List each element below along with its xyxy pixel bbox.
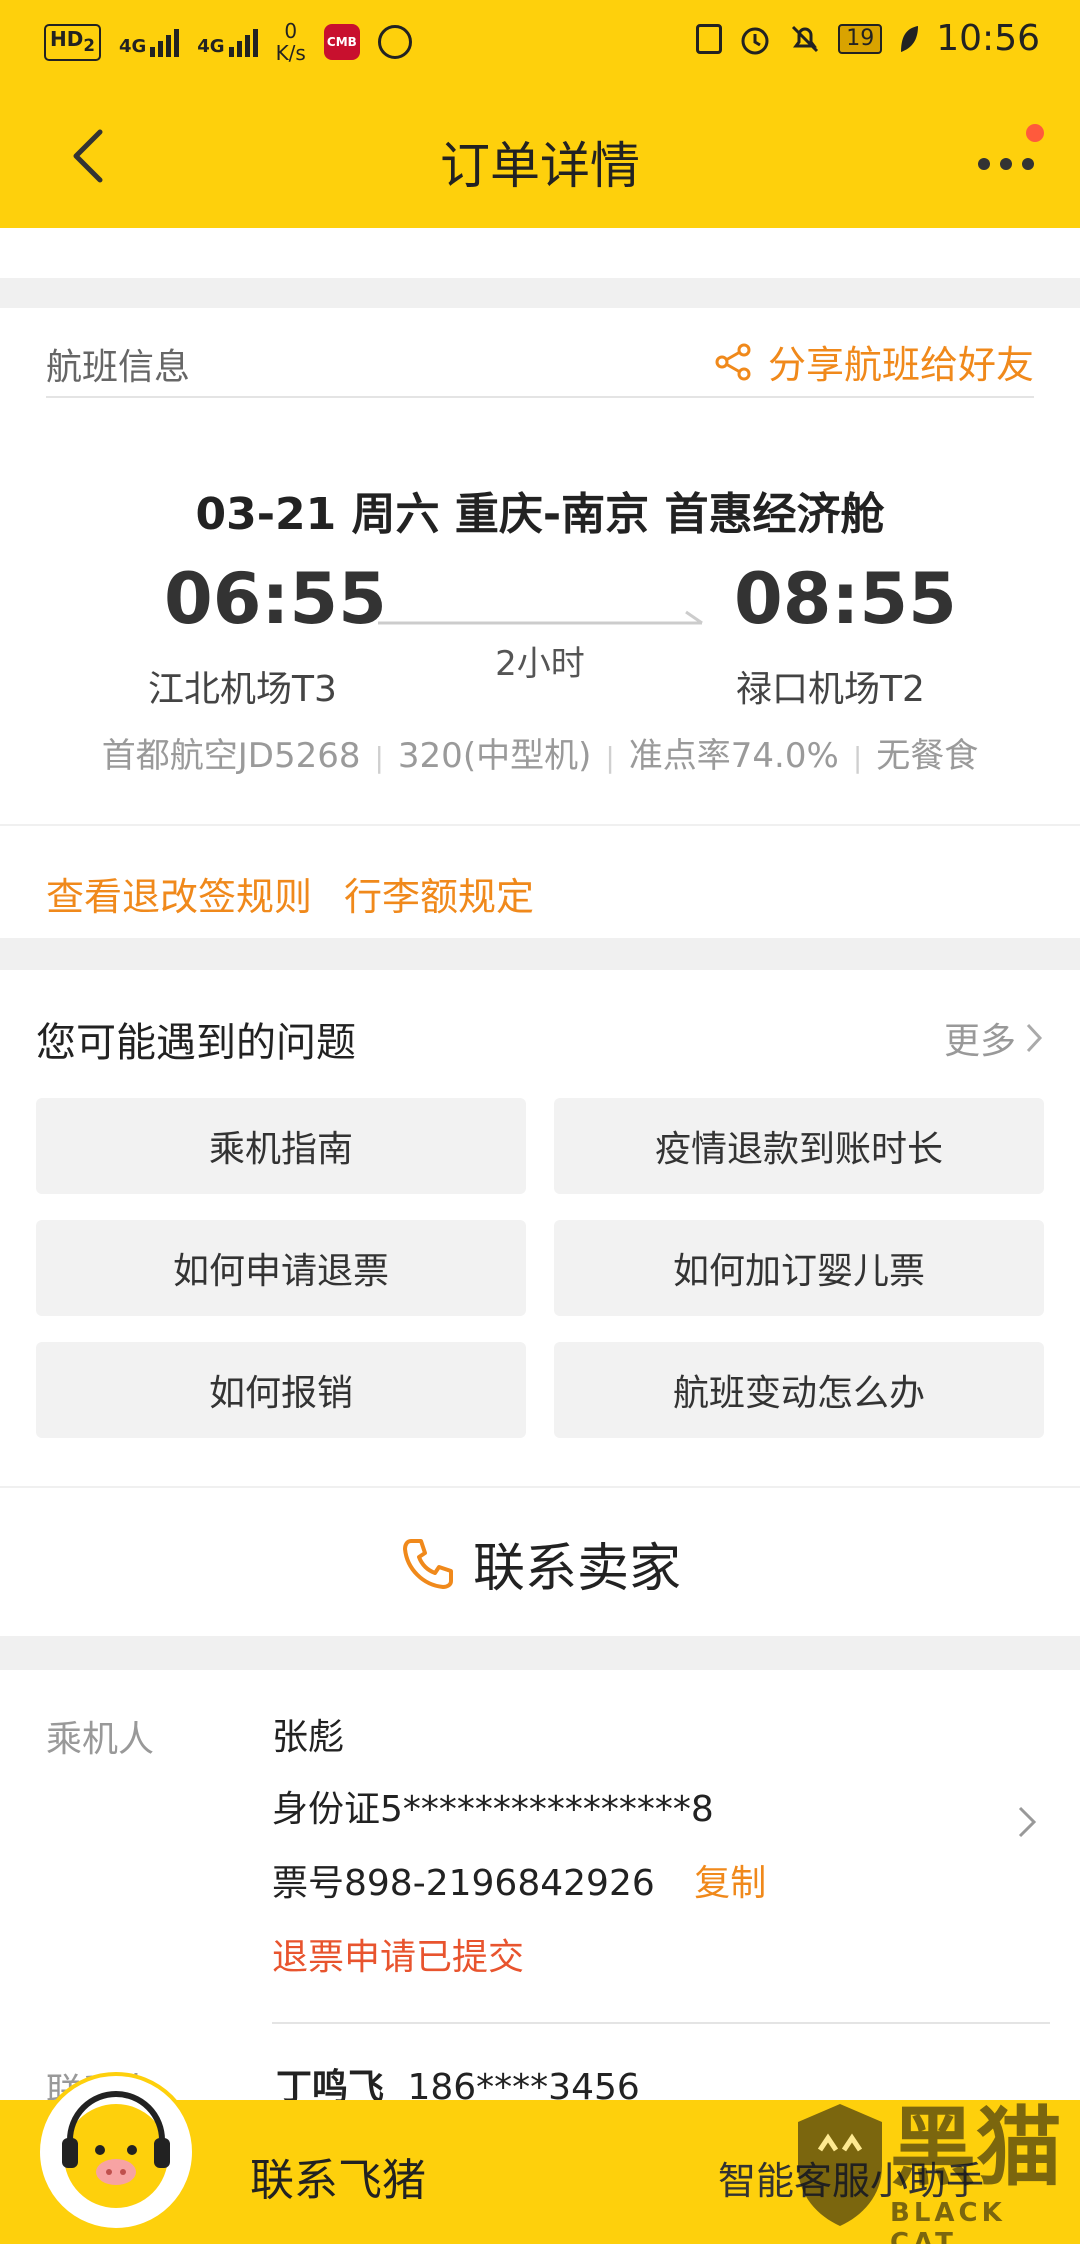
- arrival-airport: 禄口机场T2: [736, 669, 925, 710]
- meta-separator: |: [852, 741, 863, 774]
- net-speed-unit: K/s: [275, 41, 306, 65]
- aircraft-type: 320(中型机): [397, 736, 592, 776]
- watermark-cn: 黑猫: [890, 2098, 1062, 2198]
- share-flight-label: 分享航班给好友: [767, 343, 1034, 387]
- hd-indicator: HD2: [44, 23, 101, 61]
- contact-seller-row[interactable]: 联系卖家: [0, 1488, 1080, 1636]
- watermark-en: BLACK CAT: [890, 2198, 1006, 2244]
- passenger-id-card: 身份证5****************8: [272, 1789, 714, 1830]
- hd-text: HD: [50, 26, 84, 51]
- baggage-rules-link[interactable]: 行李额规定: [344, 866, 534, 921]
- passenger-name: 张彪: [272, 1717, 345, 1758]
- leaf-icon: [901, 25, 919, 52]
- flight-info-title: 航班信息: [46, 347, 191, 388]
- ticket-number: 票号898-2196842926 复制: [272, 1854, 766, 1906]
- on-time-rate: 准点率74.0%: [628, 736, 839, 776]
- passenger-label: 乘机人: [46, 1719, 155, 1760]
- faq-title: 您可能遇到的问题: [36, 1020, 356, 1066]
- battery-icon: 19: [838, 23, 883, 54]
- phone-icon: [402, 1538, 453, 1589]
- faq-item-flight-change[interactable]: 航班变动怎么办: [554, 1342, 1044, 1438]
- hd-sub: 2: [83, 35, 95, 55]
- flight-meta: 首都航空JD5268 | 320(中型机) | 准点率74.0% | 无餐食: [0, 728, 1080, 777]
- page-title: 订单详情: [440, 137, 640, 195]
- net-speed-value: 0: [284, 19, 298, 43]
- net2-label: 4G: [197, 36, 225, 57]
- nav-bar: 订单详情: [0, 86, 1080, 228]
- black-cat-watermark: 黑猫 BLACK CAT: [790, 2090, 1080, 2244]
- contact-seller-label: 联系卖家: [472, 1539, 681, 1599]
- net-speed: 0 K/s: [276, 20, 306, 64]
- departure-time: 06:55: [164, 558, 387, 640]
- bank-app-icon: CMB: [323, 24, 360, 60]
- faq-item-reimbursement[interactable]: 如何报销: [36, 1342, 526, 1438]
- status-bar: HD2 4G 4G 0 K/s CMB 19 10:56: [0, 0, 1080, 86]
- faq-item-apply-refund[interactable]: 如何申请退票: [36, 1220, 526, 1316]
- departure-airport: 江北机场T3: [148, 669, 337, 710]
- more-menu-icon[interactable]: [974, 140, 1038, 180]
- notification-dot: [1026, 124, 1044, 142]
- app-root: HD2 4G 4G 0 K/s CMB 19 10:56 订单详情 航班信息 分…: [0, 0, 1080, 2244]
- ticket-number-text: 票号898-2196842926: [272, 1863, 655, 1904]
- clock: 10:56: [936, 18, 1040, 59]
- signal-1: 4G: [118, 27, 180, 57]
- arrival-time: 08:55: [734, 558, 957, 640]
- net1-label: 4G: [118, 36, 147, 57]
- share-icon: [715, 343, 751, 380]
- pig-mascot-icon: [62, 2091, 170, 2208]
- airline-flight-no: 首都航空JD5268: [101, 736, 361, 776]
- fliggy-avatar[interactable]: [36, 2072, 196, 2232]
- card-divider: [46, 396, 1034, 398]
- meal-info: 无餐食: [876, 736, 979, 776]
- flight-info-card: 航班信息 分享航班给好友 03-21 周六 重庆-南京 首惠经济舱 06:55 …: [0, 308, 1080, 824]
- hand-icon: [377, 25, 412, 59]
- signal-bars-1-icon: [150, 27, 180, 57]
- refund-rules-link[interactable]: 查看退改签规则: [46, 866, 312, 921]
- status-left: HD2 4G 4G 0 K/s CMB: [44, 20, 412, 64]
- cat-shield-icon: [798, 2104, 882, 2226]
- meta-separator: |: [374, 741, 384, 774]
- faq-more-label: 更多: [943, 1021, 1016, 1062]
- signal-2: 4G: [197, 27, 258, 57]
- alarm-icon: [741, 27, 769, 54]
- faq-item-infant-ticket[interactable]: 如何加订婴儿票: [554, 1220, 1044, 1316]
- copy-button[interactable]: 复制: [694, 1863, 766, 1904]
- chevron-right-icon[interactable]: [1012, 1802, 1042, 1842]
- contact-fliggy-label[interactable]: 联系飞猪: [250, 2144, 426, 2208]
- faq-item-boarding-guide[interactable]: 乘机指南: [36, 1098, 526, 1194]
- chevron-right-icon: [1026, 1023, 1043, 1053]
- status-right: 19 10:56: [696, 18, 1040, 59]
- faq-item-refund-time[interactable]: 疫情退款到账时长: [554, 1098, 1044, 1194]
- rules-links: 查看退改签规则 行李额规定: [46, 866, 534, 921]
- battery-level: 19: [846, 25, 875, 51]
- passenger-section: 乘机人 张彪 身份证5****************8 票号898-21968…: [0, 1670, 1080, 2112]
- nfc-icon: [696, 23, 723, 54]
- rules-row: 查看退改签规则 行李额规定: [0, 826, 1080, 938]
- bank-app-badge: CMB: [326, 35, 357, 49]
- signal-bars-2-icon: [228, 27, 258, 57]
- faq-section: 您可能遇到的问题 更多 乘机指南 疫情退款到账时长 如何申请退票 如何加订婴儿票…: [0, 970, 1080, 1486]
- share-flight-button[interactable]: 分享航班给好友: [714, 334, 1034, 389]
- meta-separator: |: [605, 741, 615, 774]
- contact-seller-button[interactable]: 联系卖家: [0, 1526, 1080, 1601]
- flight-arrow-icon: [378, 610, 703, 625]
- flight-headline: 03-21 周六 重庆-南京 首惠经济舱: [195, 489, 885, 540]
- faq-more-link[interactable]: 更多: [944, 1012, 1044, 1064]
- mute-icon: [792, 25, 819, 52]
- passenger-divider: [272, 2022, 1050, 2024]
- top-strip: [0, 228, 1080, 278]
- refund-status: 退票申请已提交: [272, 1937, 525, 1978]
